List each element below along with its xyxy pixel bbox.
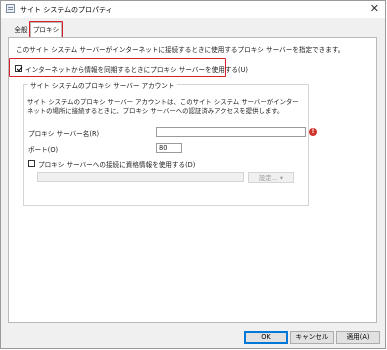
apply-button[interactable]: 適用(A) <box>336 331 380 344</box>
proxy-server-input[interactable] <box>156 127 306 137</box>
use-credentials-checkbox[interactable] <box>28 160 35 167</box>
proxy-server-label: プロキシ サーバー名(R) <box>28 130 100 138</box>
proxy-account-group-title: サイト システムのプロキシ サーバー アカウント <box>28 80 177 90</box>
highlight-box-tab <box>29 21 63 38</box>
ok-button[interactable]: OK <box>244 331 288 344</box>
use-credentials-label[interactable]: プロキシ サーバーへの接続に資格情報を使用する(D) <box>38 159 195 169</box>
proxy-account-description: サイト システムのプロキシ サーバー アカウントは、このサイト システム サーバ… <box>27 98 299 115</box>
dropdown-arrow-icon: ▾ <box>279 174 284 182</box>
use-proxy-checkbox[interactable] <box>15 65 22 72</box>
error-icon: ! <box>309 128 317 136</box>
window-icon <box>6 4 15 13</box>
proxy-account-field <box>37 172 244 182</box>
use-proxy-label[interactable]: インターネットから情報を同期するときにプロキシ サーバーを使用する(U) <box>25 64 248 74</box>
title-bar: サイト システムのプロパティ ✕ <box>1 1 385 18</box>
settings-button-label: 設定... <box>258 174 278 182</box>
cancel-button[interactable]: キャンセル <box>290 331 334 344</box>
window-title: サイト システムのプロパティ <box>20 6 113 14</box>
proxy-description: このサイト システム サーバーがインターネットに接続するときに使用するプロキシ … <box>16 46 345 54</box>
port-label: ポート(O) <box>28 146 59 154</box>
close-icon[interactable]: ✕ <box>370 2 379 15</box>
port-input[interactable]: 80 <box>156 143 182 153</box>
tab-general[interactable]: 全般 <box>11 24 31 37</box>
settings-button: 設定... ▾ <box>248 172 294 183</box>
